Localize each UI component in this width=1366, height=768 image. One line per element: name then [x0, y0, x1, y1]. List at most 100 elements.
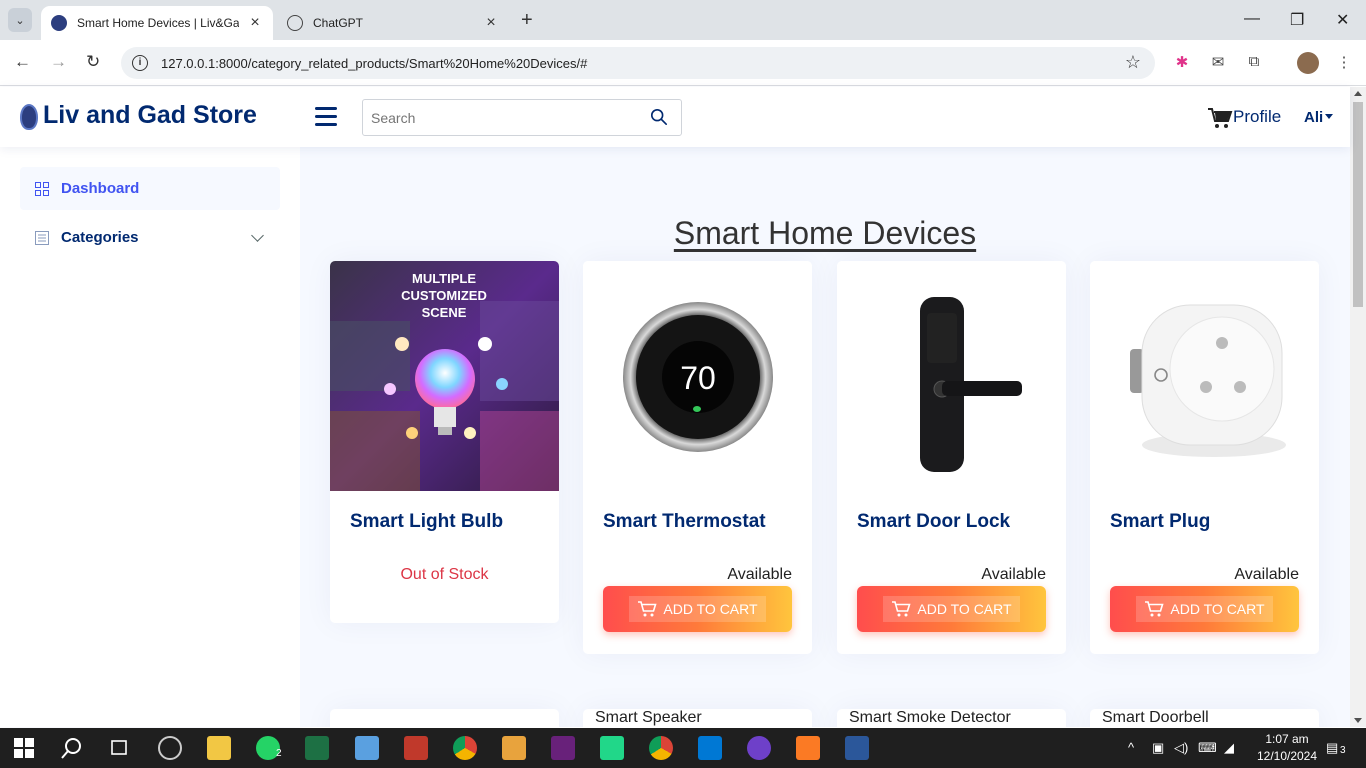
- image-caption-line: MULTIPLE: [412, 271, 476, 286]
- app-icon[interactable]: [502, 736, 526, 760]
- main-content: Smart Home Devices MULTIPLE CUSTOMIZED S…: [300, 147, 1350, 727]
- search-icon[interactable]: [650, 108, 668, 126]
- tab-title: Smart Home Devices | Liv&Gad: [77, 16, 239, 30]
- network-icon[interactable]: ▣: [1152, 740, 1164, 756]
- task-view-icon[interactable]: [108, 736, 132, 760]
- product-name[interactable]: Smart Plug: [1110, 511, 1210, 533]
- clock-date: 12/10/2024: [1256, 749, 1318, 763]
- browser-tab-strip: ⌄ Smart Home Devices | Liv&Gad × ChatGPT…: [0, 0, 1366, 40]
- chrome-icon[interactable]: [453, 736, 477, 760]
- whatsapp-badge: 2: [276, 748, 282, 759]
- product-image-smart-plug[interactable]: [1090, 261, 1319, 491]
- app-icon[interactable]: [355, 736, 379, 760]
- bookmark-star-icon[interactable]: ☆: [1125, 52, 1141, 73]
- mail-icon[interactable]: ✉: [1208, 53, 1228, 73]
- search-input[interactable]: [363, 100, 633, 135]
- profile-name[interactable]: Ali: [1304, 109, 1323, 126]
- scroll-down-icon[interactable]: [1354, 718, 1362, 723]
- product-image-smart-thermostat[interactable]: 70: [583, 261, 812, 491]
- product-name[interactable]: Smart Door Lock: [857, 511, 1010, 533]
- scroll-up-icon[interactable]: [1354, 91, 1362, 96]
- chevron-down-icon: [251, 229, 264, 242]
- broken-image-alt[interactable]: Smart Speaker: [595, 709, 702, 727]
- product-card-smart-doorbell: Smart Doorbell: [1090, 709, 1319, 727]
- image-caption-line: CUSTOMIZED: [401, 288, 487, 303]
- sidebar-item-categories[interactable]: Categories: [20, 216, 280, 259]
- close-window-icon[interactable]: ✕: [1336, 10, 1349, 30]
- broken-image-alt[interactable]: Smart Doorbell: [1102, 709, 1209, 727]
- product-name[interactable]: Smart Light Bulb: [350, 511, 503, 533]
- product-name[interactable]: Smart Thermostat: [603, 511, 766, 533]
- forward-icon[interactable]: →: [50, 52, 67, 72]
- add-to-cart-label: ADD TO CART: [663, 601, 758, 617]
- restore-icon[interactable]: ❐: [1290, 10, 1304, 30]
- search-icon[interactable]: [60, 736, 84, 760]
- address-bar[interactable]: i 127.0.0.1:8000/category_related_produc…: [121, 47, 1155, 79]
- vscode-icon[interactable]: [698, 736, 722, 760]
- chevron-up-icon[interactable]: ^: [1128, 740, 1134, 755]
- add-to-cart-label: ADD TO CART: [917, 601, 1012, 617]
- stock-status: Out of Stock: [400, 566, 489, 583]
- word-icon[interactable]: [845, 736, 869, 760]
- sidebar-item-dashboard[interactable]: Dashboard: [20, 167, 280, 210]
- chrome-profile-avatar[interactable]: [1297, 52, 1319, 74]
- minimize-icon[interactable]: —: [1244, 10, 1260, 28]
- visual-studio-icon[interactable]: [551, 736, 575, 760]
- keyboard-icon[interactable]: ⌨: [1198, 740, 1217, 756]
- cart-icon: [638, 601, 658, 617]
- taskbar-clock[interactable]: 1:07 am 12/10/2024: [1252, 731, 1322, 765]
- hamburger-menu-icon[interactable]: [315, 107, 337, 126]
- image-caption-line: SCENE: [422, 305, 467, 320]
- extension-icon[interactable]: ✱: [1172, 53, 1192, 73]
- pycharm-icon[interactable]: [600, 736, 624, 760]
- profile-image-alt[interactable]: Profile: [1233, 107, 1281, 127]
- tab-smart-home-devices[interactable]: Smart Home Devices | Liv&Gad ×: [41, 6, 273, 40]
- windows-start-icon[interactable]: [12, 736, 36, 760]
- site-header: Liv and Gad Store Profile Ali: [0, 87, 1350, 147]
- clock-time: 1:07 am: [1265, 732, 1309, 746]
- more-menu-icon[interactable]: ⋮: [1334, 53, 1354, 73]
- tab-title: ChatGPT: [313, 16, 364, 30]
- logo-text[interactable]: Liv and Gad Store: [43, 101, 257, 130]
- new-tab-icon[interactable]: +: [521, 9, 533, 32]
- page-scrollbar[interactable]: [1350, 87, 1366, 727]
- product-card-partial: [330, 709, 559, 727]
- puzzle-extensions-icon[interactable]: ⧉: [1244, 53, 1264, 73]
- profile-dropdown-icon[interactable]: [1325, 114, 1333, 119]
- reload-icon[interactable]: ↻: [86, 52, 100, 72]
- search-bar: [362, 99, 682, 136]
- obs-icon[interactable]: [158, 736, 182, 760]
- browser-toolbar: ← → ↻ i 127.0.0.1:8000/category_related_…: [0, 40, 1366, 86]
- notification-count: 3: [1340, 745, 1346, 756]
- add-to-cart-button[interactable]: ADD TO CART: [857, 586, 1046, 632]
- github-desktop-icon[interactable]: [747, 736, 771, 760]
- back-icon[interactable]: ←: [14, 52, 31, 72]
- product-card-smart-smoke-detector: Smart Smoke Detector: [837, 709, 1066, 727]
- scroll-thumb[interactable]: [1353, 102, 1363, 307]
- close-tab-icon[interactable]: ×: [483, 14, 499, 32]
- product-card-smart-speaker: Smart Speaker: [583, 709, 812, 727]
- add-to-cart-button[interactable]: ADD TO CART: [1110, 586, 1299, 632]
- stock-status: Available: [1234, 566, 1299, 583]
- sidebar-item-label: Dashboard: [61, 180, 140, 197]
- tab-chatgpt[interactable]: ChatGPT ×: [277, 6, 509, 40]
- cart-icon: [1145, 601, 1165, 617]
- product-card-smart-door-lock: Smart Door Lock Available ADD TO CART: [837, 261, 1066, 654]
- chrome-icon[interactable]: [649, 736, 673, 760]
- close-tab-icon[interactable]: ×: [247, 14, 263, 32]
- notification-icon[interactable]: ▤: [1326, 740, 1338, 756]
- add-to-cart-label: ADD TO CART: [1170, 601, 1265, 617]
- tab-search-button[interactable]: ⌄: [8, 8, 32, 32]
- cart-icon[interactable]: [1207, 105, 1233, 131]
- product-image-smart-light-bulb[interactable]: MULTIPLE CUSTOMIZED SCENE: [330, 261, 559, 491]
- excel-icon[interactable]: [305, 736, 329, 760]
- xampp-icon[interactable]: [796, 736, 820, 760]
- site-info-icon[interactable]: i: [132, 55, 148, 71]
- product-image-smart-door-lock[interactable]: [837, 261, 1066, 491]
- app-icon[interactable]: [404, 736, 428, 760]
- broken-image-alt[interactable]: Smart Smoke Detector: [849, 709, 1011, 727]
- wifi-icon[interactable]: ◢: [1224, 740, 1234, 756]
- volume-icon[interactable]: ◁): [1174, 740, 1188, 756]
- file-explorer-icon[interactable]: [207, 736, 231, 760]
- add-to-cart-button[interactable]: ADD TO CART: [603, 586, 792, 632]
